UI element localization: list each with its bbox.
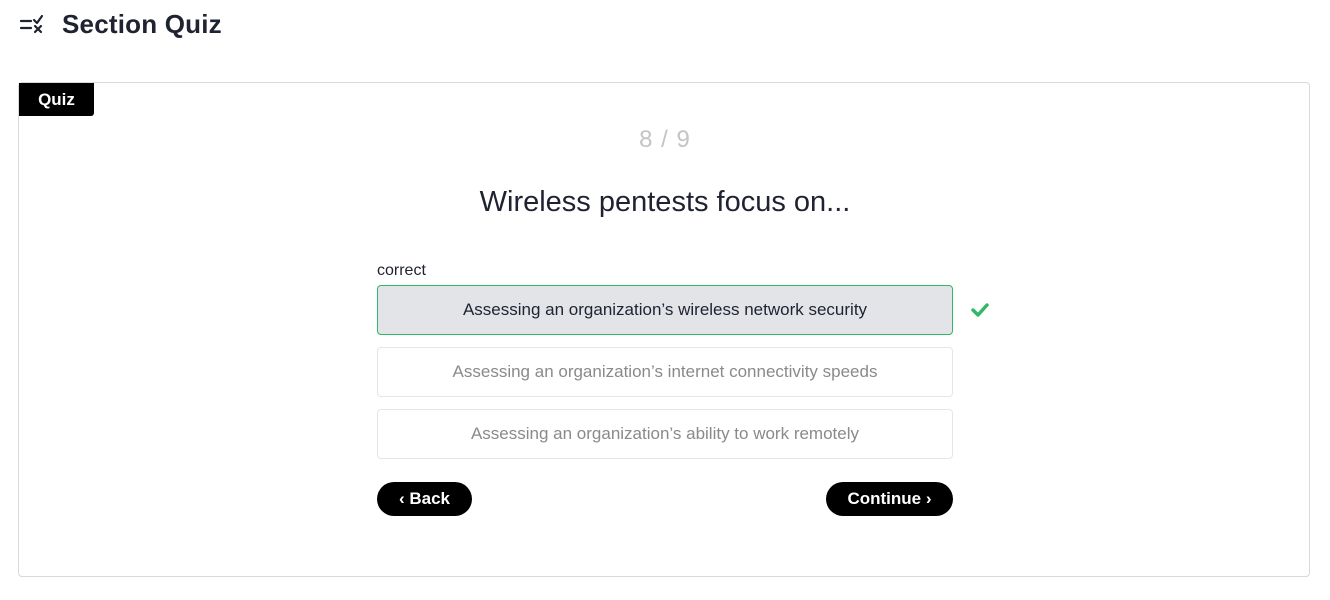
answer-option-1[interactable]: Assessing an organization’s wireless net… <box>377 285 953 335</box>
continue-button[interactable]: Continue › <box>826 482 953 516</box>
quiz-tag: Quiz <box>19 83 94 116</box>
check-icon <box>971 302 989 318</box>
answer-feedback-label: correct <box>377 262 426 279</box>
answer-option-label: Assessing an organization’s internet con… <box>452 362 878 381</box>
answer-option-label: Assessing an organization’s ability to w… <box>470 424 860 443</box>
page-header: Section Quiz <box>20 8 222 40</box>
quiz-progress: 8 / 9 <box>639 126 691 153</box>
back-button[interactable]: ‹ Back <box>377 482 472 516</box>
answer-option-2[interactable]: Assessing an organization’s internet con… <box>377 347 953 397</box>
page-title: Section Quiz <box>62 8 222 39</box>
question-text: Wireless pentests focus on... <box>479 186 851 218</box>
checklist-icon <box>20 14 46 34</box>
answer-option-3[interactable]: Assessing an organization’s ability to w… <box>377 409 953 459</box>
answer-option-label: Assessing an organization’s wireless net… <box>462 300 868 319</box>
